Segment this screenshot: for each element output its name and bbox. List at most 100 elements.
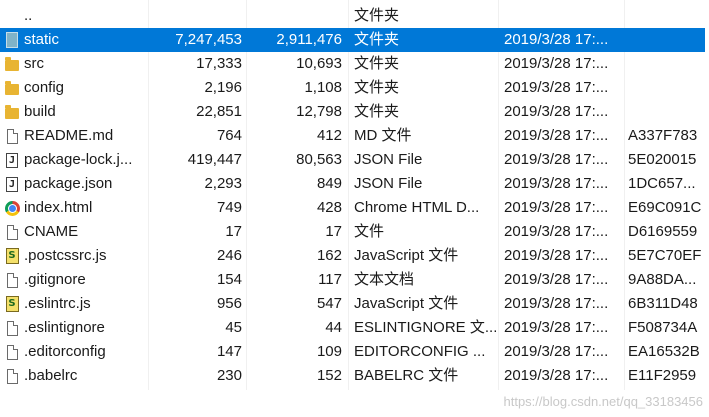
crc-value (628, 28, 706, 52)
packed-size: 162 (316, 247, 342, 264)
file-name: package.json (24, 175, 113, 192)
file-row[interactable]: S .postcssrc.js 246 162 JavaScript 文件 2019/3/… (0, 244, 709, 268)
modified-date: 2019/3/28 17:... (504, 151, 609, 168)
modified-date: 2019/3/28 17:... (504, 175, 609, 192)
crc-value: 6B311D48 (628, 295, 698, 312)
file-row[interactable]: src 17,333 10,693 文件夹 2019/3/28 17:... (0, 52, 709, 76)
file-size: 147 (216, 343, 242, 360)
folder-icon (3, 28, 21, 52)
file-type: 文件夹 (354, 103, 400, 120)
file-size: 154 (216, 271, 242, 288)
file-type: 文件夹 (354, 55, 400, 72)
crc-value: F508734A (628, 319, 698, 336)
file-name: index.html (24, 199, 93, 216)
file-size: 2,196 (204, 79, 242, 96)
file-size: 45 (225, 319, 242, 336)
packed-size: 1,108 (304, 79, 342, 96)
file-size: 7,247,453 (175, 31, 242, 48)
packed-size: 117 (318, 271, 342, 288)
file-row[interactable]: config 2,196 1,108 文件夹 2019/3/28 17:... (0, 76, 709, 100)
crc-value (628, 76, 706, 100)
file-type: MD 文件 (354, 127, 412, 144)
file-icon (3, 364, 21, 388)
file-type: 文件夹 (354, 7, 400, 24)
file-size: 956 (216, 295, 242, 312)
crc-value: 1DC657... (628, 175, 696, 192)
file-type: ESLINTIGNORE 文... (354, 319, 496, 336)
file-row[interactable]: .eslintignore 45 44 ESLINTIGNORE 文... 2019/3… (0, 316, 709, 340)
crc-value: 9A88DA... (628, 271, 697, 288)
json-file-icon: J (3, 172, 21, 196)
file-row[interactable]: CNAME 17 17 文件 2019/3/28 17:... D6169559 (0, 220, 709, 244)
file-type: JSON File (354, 151, 423, 168)
packed-size: 428 (316, 199, 342, 216)
file-name: CNAME (24, 223, 79, 240)
js-file-icon: S (3, 292, 21, 316)
modified-date: 2019/3/28 17:... (504, 343, 609, 360)
crc-value: E69C091C (628, 199, 702, 216)
file-row[interactable]: .. 文件夹 (0, 4, 709, 28)
packed-size: 2,911,476 (276, 31, 342, 48)
modified-date: 2019/3/28 17:... (504, 31, 609, 48)
modified-date: 2019/3/28 17:... (504, 103, 609, 120)
modified-date: 2019/3/28 17:... (504, 223, 609, 240)
file-row[interactable]: build 22,851 12,798 文件夹 2019/3/28 17:... (0, 100, 709, 124)
modified-date: 2019/3/28 17:... (504, 55, 609, 72)
packed-size: 17 (325, 223, 342, 240)
file-row[interactable]: .babelrc 230 152 BABELRC 文件 2019/3/28 17:...… (0, 364, 709, 388)
chrome-icon (3, 196, 21, 220)
file-row[interactable]: .editorconfig 147 109 EDITORCONFIG ... 2019/… (0, 340, 709, 364)
file-name: README.md (24, 127, 114, 144)
file-row[interactable]: static 7,247,453 2,911,476 文件夹 2019/3/28 17:… (0, 28, 705, 52)
folder-icon (3, 76, 21, 100)
file-row[interactable]: S .eslintrc.js 956 547 JavaScript 文件 2019/3/2… (0, 292, 709, 316)
file-name: .eslintrc.js (24, 295, 91, 312)
js-file-icon: S (3, 244, 21, 268)
modified-date: 2019/3/28 17:... (504, 127, 609, 144)
file-row[interactable]: Jpackage-lock.j... 419,447 80,563 JSON File… (0, 148, 709, 172)
packed-size: 849 (316, 175, 342, 192)
file-name: static (24, 31, 60, 48)
json-file-icon: J (3, 148, 21, 172)
crc-value (628, 100, 706, 124)
modified-date: 2019/3/28 17:... (504, 367, 609, 384)
crc-value: E11F2959 (628, 367, 697, 384)
modified-date (504, 4, 622, 28)
crc-value: A337F783 (628, 127, 698, 144)
modified-date: 2019/3/28 17:... (504, 79, 609, 96)
file-row[interactable]: index.html 749 428 Chrome HTML D... 2019/3/2… (0, 196, 709, 220)
file-name: build (24, 103, 56, 120)
file-size: 230 (216, 367, 242, 384)
crc-value: D6169559 (628, 223, 698, 240)
packed-size: 80,563 (296, 151, 342, 168)
file-row[interactable]: Jpackage.json 2,293 849 JSON File 2019/3/28 … (0, 172, 709, 196)
crc-value (628, 52, 706, 76)
packed-size: 10,693 (296, 55, 342, 72)
file-type: BABELRC 文件 (354, 367, 459, 384)
file-size: 17 (225, 223, 242, 240)
modified-date: 2019/3/28 17:... (504, 199, 609, 216)
file-type: JSON File (354, 175, 423, 192)
file-size: 749 (216, 199, 242, 216)
file-icon (3, 316, 21, 340)
file-icon (3, 268, 21, 292)
file-icon (3, 340, 21, 364)
file-name: .babelrc (24, 367, 78, 384)
file-name: .editorconfig (24, 343, 106, 360)
file-size (150, 4, 242, 28)
file-size: 419,447 (187, 151, 242, 168)
file-type: 文件 (354, 223, 385, 240)
file-type: Chrome HTML D... (354, 199, 480, 216)
folder-icon (3, 100, 21, 124)
file-size: 764 (216, 127, 242, 144)
file-size: 22,851 (196, 103, 242, 120)
file-type: JavaScript 文件 (354, 247, 459, 264)
file-row[interactable]: README.md 764 412 MD 文件 2019/3/28 17:... A337… (0, 124, 709, 148)
file-row[interactable]: .gitignore 154 117 文本文档 2019/3/28 17:... 9A88… (0, 268, 709, 292)
folder-icon (3, 52, 21, 76)
file-type: 文件夹 (354, 79, 400, 96)
packed-size (248, 4, 342, 28)
file-name: .. (24, 7, 33, 24)
file-type: 文件夹 (354, 31, 400, 48)
file-size: 246 (216, 247, 242, 264)
